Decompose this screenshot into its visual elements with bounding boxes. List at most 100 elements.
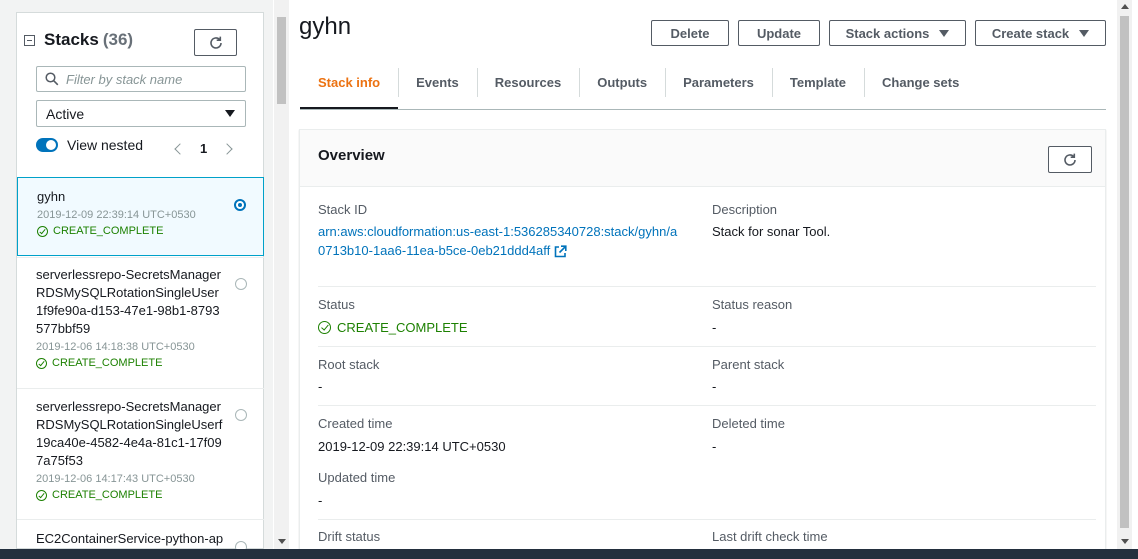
row-divider — [318, 519, 1096, 520]
description-label: Description — [712, 202, 778, 217]
search-icon — [45, 72, 59, 86]
stack-search-field[interactable] — [36, 66, 246, 92]
caret-down-icon — [1079, 29, 1090, 37]
description-value: Stack for sonar Tool. — [712, 224, 831, 239]
tab-resources[interactable]: Resources — [476, 68, 579, 97]
tab-change-sets[interactable]: Change sets — [864, 68, 977, 97]
refresh-icon — [209, 36, 222, 49]
status-value: CREATE_COMPLETE — [318, 320, 468, 335]
check-circle-icon — [318, 321, 331, 334]
check-circle-icon — [37, 225, 48, 237]
main-scroll-thumb[interactable] — [1120, 16, 1129, 528]
sidebar-scroll-thumb[interactable] — [277, 17, 286, 104]
stack-id-value[interactable]: arn:aws:cloudformation:us-east-1:5362853… — [318, 224, 677, 258]
stack-radio[interactable] — [235, 409, 247, 421]
stack-name[interactable]: gyhn — [37, 188, 223, 206]
root-stack-value: - — [318, 379, 323, 394]
next-page-icon[interactable] — [221, 142, 233, 155]
overview-header: Overview — [300, 130, 1105, 187]
sidebar-scrollbar[interactable] — [274, 0, 289, 549]
view-nested-toggle[interactable] — [36, 138, 58, 152]
check-circle-icon — [36, 489, 47, 501]
row-divider — [318, 405, 1096, 406]
stack-list-item[interactable]: gyhn 2019-12-09 22:39:14 UTC+0530 CREATE… — [17, 177, 264, 256]
status-reason-value: - — [712, 320, 717, 335]
deleted-time-label: Deleted time — [712, 416, 785, 431]
tab-template[interactable]: Template — [771, 68, 864, 97]
tab-outputs[interactable]: Outputs — [579, 68, 665, 97]
view-nested-label: View nested — [67, 137, 144, 153]
page-title: gyhn — [299, 13, 352, 40]
stack-status: CREATE_COMPLETE — [37, 225, 223, 237]
stack-id-link[interactable]: arn:aws:cloudformation:us-east-1:5362853… — [318, 222, 678, 260]
stack-radio[interactable] — [235, 541, 247, 549]
stack-status: CREATE_COMPLETE — [36, 357, 224, 369]
scroll-down-arrow-icon[interactable] — [278, 539, 286, 544]
stack-date: 2019-12-09 22:39:14 UTC+0530 — [37, 209, 196, 221]
tab-events[interactable]: Events — [398, 68, 477, 97]
scroll-up-arrow-icon[interactable] — [1121, 4, 1129, 9]
stacks-title: Stacks — [44, 30, 99, 49]
stacks-count: (36) — [102, 30, 134, 49]
updated-time-value: - — [318, 493, 323, 508]
row-divider — [318, 286, 1096, 287]
update-button[interactable]: Update — [738, 20, 820, 46]
stack-search-input[interactable] — [66, 71, 236, 87]
drift-status-label: Drift status — [318, 529, 381, 544]
caret-down-icon — [225, 110, 235, 117]
tabs-divider — [300, 109, 1106, 110]
stack-list-item[interactable]: serverlessrepo-SecretsManagerRDSMySQLRot… — [17, 388, 264, 518]
stack-status: CREATE_COMPLETE — [36, 489, 224, 501]
stack-status-text: CREATE_COMPLETE — [52, 489, 163, 501]
stack-actions-label: Stack actions — [845, 25, 930, 41]
stack-list-item[interactable]: serverlessrepo-SecretsManagerRDSMySQLRot… — [17, 257, 264, 387]
created-time-value: 2019-12-09 22:39:14 UTC+0530 — [318, 439, 506, 454]
stack-status-text: CREATE_COMPLETE — [52, 357, 163, 369]
create-stack-label: Create stack — [991, 25, 1070, 41]
tab-parameters[interactable]: Parameters — [665, 68, 772, 97]
parent-stack-value: - — [712, 379, 717, 394]
stack-tabs: Stack info Events Resources Outputs Para… — [300, 68, 977, 109]
stack-list-item[interactable]: EC2ContainerService-python-ap — [17, 519, 264, 549]
stacks-header: Stacks (36) — [24, 30, 133, 50]
deleted-time-value: - — [712, 439, 717, 454]
stack-status-text: CREATE_COMPLETE — [53, 225, 164, 237]
last-drift-check-label: Last drift check time — [712, 529, 828, 544]
previous-page-icon[interactable] — [174, 142, 186, 155]
status-filter-select[interactable]: Active — [36, 100, 246, 127]
stack-name[interactable]: serverlessrepo-SecretsManagerRDSMySQLRot… — [36, 398, 224, 470]
row-divider — [318, 346, 1096, 347]
parent-stack-label: Parent stack — [712, 357, 785, 372]
refresh-stacks-button[interactable] — [194, 29, 237, 56]
stack-radio[interactable] — [235, 278, 247, 290]
refresh-icon — [1064, 153, 1076, 166]
caret-down-icon — [939, 29, 950, 37]
bottom-bar — [0, 549, 1138, 559]
stack-date: 2019-12-06 14:17:43 UTC+0530 — [36, 473, 195, 485]
external-link-icon — [554, 245, 567, 258]
stacks-sidebar: Stacks(36) Active View nested 1 gyhn 201… — [0, 0, 273, 549]
tab-stack-info[interactable]: Stack info — [300, 68, 399, 109]
overview-card: Overview Stack ID arn:aws:cloudformation… — [299, 129, 1106, 559]
status-label: Status — [318, 297, 355, 312]
stack-id-label: Stack ID — [318, 202, 368, 217]
stack-date: 2019-12-06 14:18:38 UTC+0530 — [36, 341, 195, 353]
create-stack-button[interactable]: Create stack — [975, 20, 1106, 46]
updated-time-label: Updated time — [318, 470, 396, 485]
stack-name[interactable]: EC2ContainerService-python-ap — [36, 530, 224, 548]
collapse-icon[interactable] — [24, 34, 35, 46]
stack-name[interactable]: serverlessrepo-SecretsManagerRDSMySQLRot… — [36, 266, 224, 338]
page-number[interactable]: 1 — [200, 141, 207, 156]
delete-button[interactable]: Delete — [651, 20, 729, 46]
stack-actions-button[interactable]: Stack actions — [829, 20, 966, 46]
scroll-down-arrow-icon[interactable] — [1121, 539, 1129, 544]
created-time-label: Created time — [318, 416, 393, 431]
pagination: 1 — [174, 141, 233, 156]
status-reason-label: Status reason — [712, 297, 793, 312]
root-stack-label: Root stack — [318, 357, 380, 372]
refresh-overview-button[interactable] — [1048, 146, 1092, 173]
stack-radio-selected[interactable] — [234, 199, 246, 211]
status-filter-value: Active — [46, 105, 85, 122]
check-circle-icon — [36, 357, 47, 369]
main-scrollbar[interactable] — [1117, 0, 1132, 549]
